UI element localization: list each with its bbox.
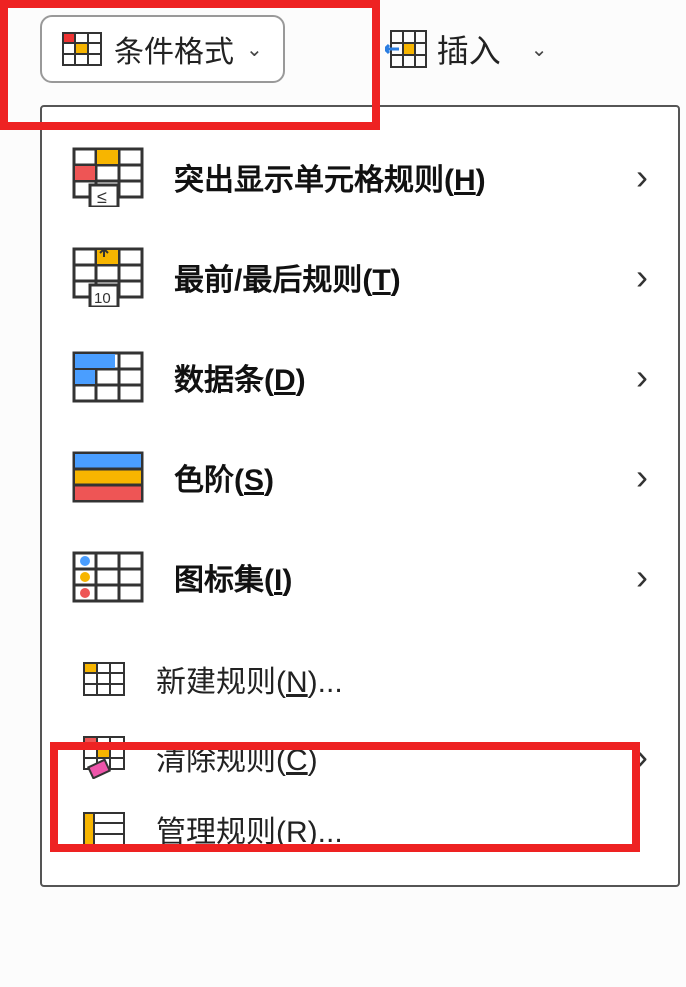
highlight-cells-icon: ≤	[72, 147, 144, 207]
menu-label: 最前/最后规则(T)	[174, 255, 606, 299]
manage-rules-icon	[82, 807, 126, 851]
chevron-down-icon: ⌄	[531, 37, 548, 62]
new-rule-icon	[82, 657, 126, 701]
chevron-right-icon: ›	[636, 256, 648, 298]
conditional-format-icon	[62, 32, 102, 66]
conditional-format-menu: ≤ 突出显示单元格规则(H) › 10 最前/最后规则(T) ›	[40, 105, 680, 887]
chevron-right-icon: ›	[636, 156, 648, 198]
menu-highlight-cells[interactable]: ≤ 突出显示单元格规则(H) ›	[42, 127, 678, 227]
menu-data-bars[interactable]: 数据条(D) ›	[42, 327, 678, 427]
color-scales-icon	[72, 447, 144, 507]
insert-label: 插入	[437, 26, 501, 72]
icon-sets-icon	[72, 547, 144, 607]
menu-label: 突出显示单元格规则(H)	[174, 155, 606, 199]
chevron-right-icon: ›	[636, 456, 648, 498]
menu-top-bottom[interactable]: 10 最前/最后规则(T) ›	[42, 227, 678, 327]
svg-text:≤: ≤	[97, 187, 107, 207]
menu-icon-sets[interactable]: 图标集(I) ›	[42, 527, 678, 627]
menu-new-rule[interactable]: 新建规则(N)...	[42, 637, 678, 721]
insert-button[interactable]: 插入 ⌄	[385, 26, 548, 72]
menu-clear-rules[interactable]: 清除规则(C) ›	[42, 721, 678, 793]
svg-text:10: 10	[94, 290, 111, 307]
clear-rules-icon	[82, 735, 126, 779]
chevron-right-icon: ›	[636, 736, 648, 778]
chevron-right-icon: ›	[636, 356, 648, 398]
menu-label: 新建规则(N)...	[156, 657, 648, 701]
menu-label: 色阶(S)	[174, 455, 606, 499]
menu-label: 清除规则(C)	[156, 735, 606, 779]
conditional-format-button[interactable]: 条件格式 ⌄	[40, 15, 285, 83]
insert-icon	[385, 30, 427, 68]
menu-label: 图标集(I)	[174, 555, 606, 599]
chevron-right-icon: ›	[636, 556, 648, 598]
top-bottom-icon: 10	[72, 247, 144, 307]
menu-color-scales[interactable]: 色阶(S) ›	[42, 427, 678, 527]
conditional-format-label: 条件格式	[114, 27, 234, 71]
menu-label: 数据条(D)	[174, 355, 606, 399]
chevron-down-icon: ⌄	[246, 37, 263, 62]
data-bars-icon	[72, 347, 144, 407]
menu-manage-rules[interactable]: 管理规则(R)...	[42, 793, 678, 865]
toolbar: 条件格式 ⌄ 插入 ⌄	[0, 0, 686, 98]
menu-label: 管理规则(R)...	[156, 807, 648, 851]
